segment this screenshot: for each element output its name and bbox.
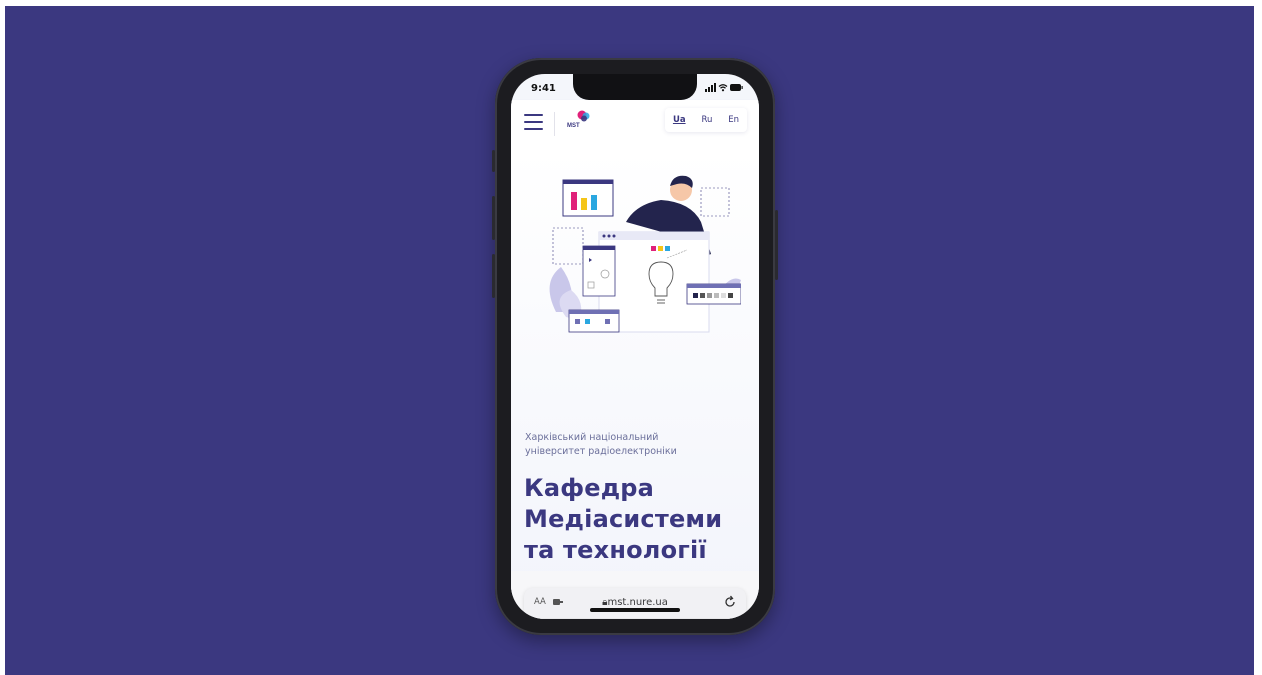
- university-logo[interactable]: MST: [567, 109, 593, 135]
- phone-screen: 9:41 MST Ua Ru En Харківський національн…: [511, 74, 759, 619]
- university-name-line2: університет радіоелектроніки: [525, 446, 677, 457]
- address-bar[interactable]: AA 🔒︎mst.nure.ua: [524, 588, 746, 618]
- hero-illustration: [549, 175, 741, 333]
- page-title-line1: Кафедра: [524, 474, 655, 502]
- lang-en[interactable]: En: [728, 115, 739, 125]
- volume-down-button: [492, 254, 495, 298]
- page-title-line3: та технології: [524, 536, 707, 564]
- power-button: [775, 210, 778, 280]
- status-icons: [705, 83, 743, 94]
- mute-switch: [492, 150, 495, 172]
- phone-frame: 9:41 MST Ua Ru En Харківський національн…: [492, 58, 778, 635]
- page-content: Харківський національний університет рад…: [511, 150, 759, 619]
- reload-icon[interactable]: [723, 595, 737, 609]
- logo-icon: [577, 110, 590, 122]
- presentation-background: 9:41 MST Ua Ru En Харківський національн…: [5, 6, 1254, 675]
- notch: [573, 74, 697, 100]
- header-divider: [554, 112, 555, 136]
- signal-wifi-battery-icon: [705, 83, 743, 92]
- university-name-line1: Харківський національний: [525, 432, 659, 443]
- university-name: Харківський національний університет рад…: [525, 431, 745, 459]
- status-time: 9:41: [531, 83, 556, 94]
- lang-ru[interactable]: Ru: [701, 115, 712, 125]
- page-title-line2: Медіасистеми: [524, 505, 723, 533]
- language-switcher: Ua Ru En: [665, 108, 747, 132]
- hamburger-menu-icon[interactable]: [524, 114, 543, 130]
- url-text: mst.nure.ua: [607, 597, 668, 608]
- home-indicator: [590, 608, 680, 612]
- url-display[interactable]: 🔒︎mst.nure.ua: [524, 597, 746, 608]
- lang-ua[interactable]: Ua: [673, 115, 686, 125]
- page-title: Кафедра Медіасистеми та технології: [524, 473, 754, 566]
- logo-text: MST: [567, 123, 580, 129]
- site-header: MST Ua Ru En: [511, 100, 759, 150]
- volume-up-button: [492, 196, 495, 240]
